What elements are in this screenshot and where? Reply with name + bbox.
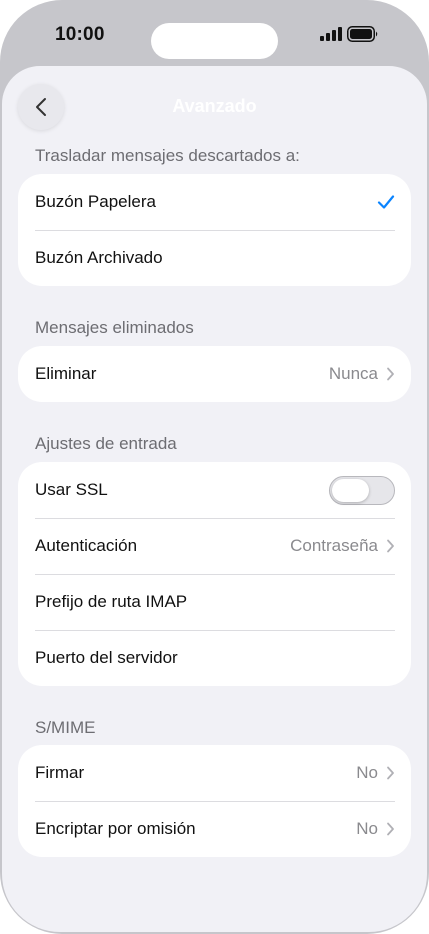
cellular-signal-icon xyxy=(320,27,342,41)
row-label: Firmar xyxy=(35,763,85,782)
chevron-right-icon xyxy=(387,367,394,381)
status-time: 10:00 xyxy=(55,24,105,45)
row-label: Prefijo de ruta IMAP xyxy=(35,592,188,611)
row-label: Buzón Archivado xyxy=(35,248,163,267)
section-header-discarded: Trasladar mensajes descartados a: xyxy=(35,146,300,165)
battery-icon xyxy=(347,26,378,42)
option-trash-mailbox[interactable]: Buzón Papelera xyxy=(18,174,411,230)
status-bar: 10:00 xyxy=(0,0,429,66)
row-value: Contraseña xyxy=(290,536,378,555)
row-label: Encriptar por omisión xyxy=(35,819,196,838)
toggle-knob xyxy=(332,478,369,502)
row-value: No xyxy=(356,763,378,782)
row-label: Usar SSL xyxy=(35,480,108,499)
row-label: Puerto del servidor xyxy=(35,648,178,667)
row-value: No xyxy=(356,819,378,838)
row-delete[interactable]: Eliminar Nunca xyxy=(18,346,411,402)
dynamic-island xyxy=(151,23,278,59)
row-value: Nunca xyxy=(328,364,378,383)
row-use-ssl: Usar SSL xyxy=(18,462,411,518)
phone-frame: 10:00 Avanzado Trasladar mensajes descar… xyxy=(0,0,429,934)
group-incoming: Usar SSL Autenticación Contraseña Prefij… xyxy=(18,462,411,686)
ssl-toggle[interactable] xyxy=(329,475,395,505)
row-label: Eliminar xyxy=(35,364,97,383)
group-discarded: Buzón Papelera Buzón Archivado xyxy=(18,174,411,286)
row-label: Buzón Papelera xyxy=(35,192,156,211)
page-title: Avanzado xyxy=(172,96,257,116)
chevron-right-icon xyxy=(387,822,394,836)
row-server-port[interactable]: Puerto del servidor xyxy=(18,630,411,686)
section-header-deleted: Mensajes eliminados xyxy=(35,318,194,337)
chevron-right-icon xyxy=(387,766,394,780)
row-imap-path-prefix[interactable]: Prefijo de ruta IMAP xyxy=(18,574,411,630)
checkmark-icon xyxy=(377,195,395,209)
chevron-right-icon xyxy=(387,539,394,553)
row-encrypt-by-default[interactable]: Encriptar por omisión No xyxy=(18,801,411,857)
row-authentication[interactable]: Autenticación Contraseña xyxy=(18,518,411,574)
row-label: Autenticación xyxy=(35,536,138,555)
section-header-incoming: Ajustes de entrada xyxy=(35,434,177,453)
group-deleted: Eliminar Nunca xyxy=(18,346,411,402)
row-sign[interactable]: Firmar No xyxy=(18,745,411,801)
section-header-smime: S/MIME xyxy=(35,718,96,737)
option-archive-mailbox[interactable]: Buzón Archivado xyxy=(18,230,411,286)
group-smime: Firmar No Encriptar por omisión No xyxy=(18,745,411,857)
